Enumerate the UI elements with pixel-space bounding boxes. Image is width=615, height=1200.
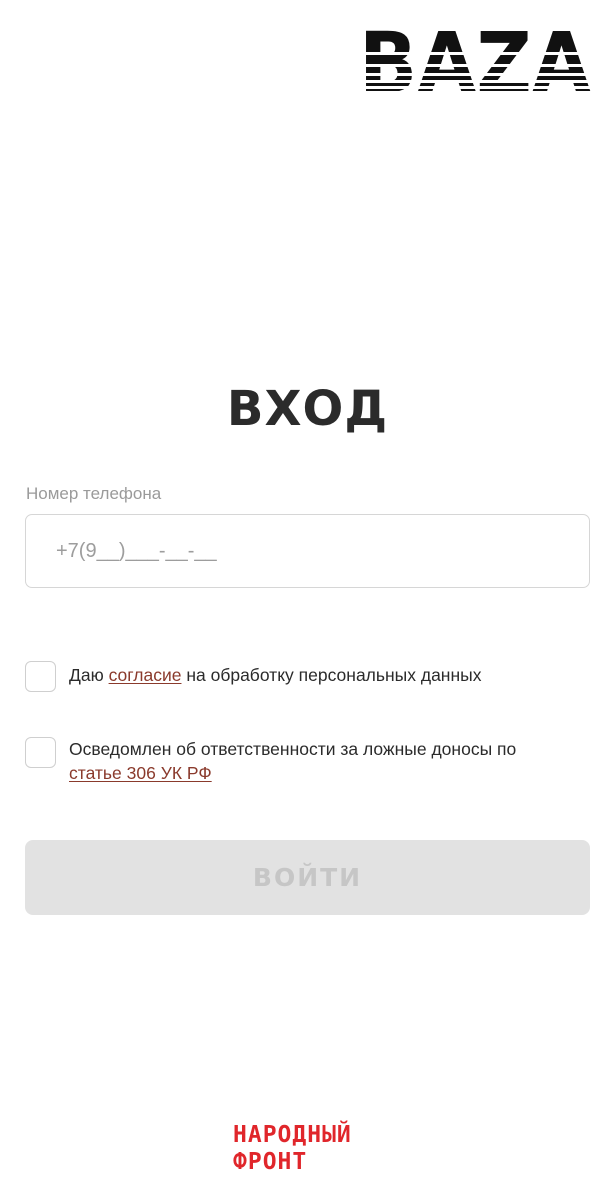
consent-text: Даю согласие на обработку персональных д… xyxy=(69,661,569,687)
consent-row: Даю согласие на обработку персональных д… xyxy=(25,661,569,692)
consent-prefix: Даю xyxy=(69,665,109,685)
liability-text-main: Осведомлен об ответственности за ложные … xyxy=(69,739,517,759)
liability-text: Осведомлен об ответственности за ложные … xyxy=(69,737,569,785)
article-306-link[interactable]: статье 306 УК РФ xyxy=(69,763,212,783)
liability-checkbox[interactable] xyxy=(25,737,56,768)
footer-logo-line2: ФРОНТ xyxy=(233,1149,308,1175)
baza-logo-text: BAZA xyxy=(359,28,591,94)
liability-row: Осведомлен об ответственности за ложные … xyxy=(25,737,569,785)
page-title: ВХОД xyxy=(226,381,389,437)
phone-input[interactable] xyxy=(25,514,590,588)
login-button[interactable]: ВОЙТИ xyxy=(25,840,590,915)
baza-logo: BAZA xyxy=(358,28,592,94)
consent-checkbox[interactable] xyxy=(25,661,56,692)
narodny-front-logo: НАРОДНЫЙ ФРОНТ xyxy=(233,1122,352,1176)
phone-label: Номер телефона xyxy=(26,484,162,503)
footer-logo-line1: НАРОДНЫЙ xyxy=(233,1122,352,1148)
consent-suffix: на обработку персональных данных xyxy=(181,665,482,685)
consent-link[interactable]: согласие xyxy=(109,665,182,685)
